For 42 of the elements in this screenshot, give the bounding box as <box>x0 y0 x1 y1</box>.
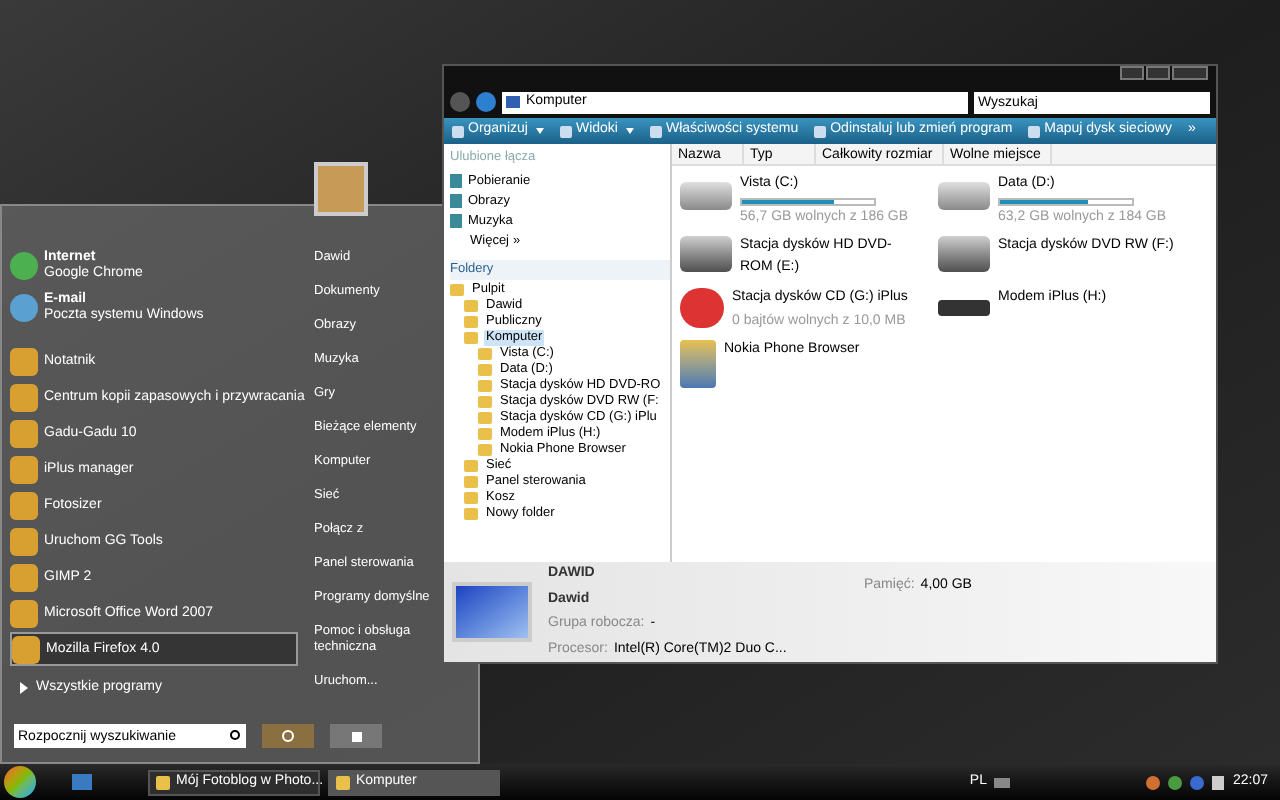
toolbar-icon <box>559 125 572 137</box>
optical-drive-icon <box>680 236 732 272</box>
modem-icon <box>938 300 990 316</box>
dropdown-icon <box>625 128 634 134</box>
program-icon <box>10 252 38 280</box>
app-icon <box>336 775 350 789</box>
power-button[interactable] <box>262 724 314 748</box>
computer-icon <box>506 96 520 108</box>
program-icon <box>10 347 38 375</box>
start-button[interactable] <box>4 766 36 798</box>
program-icon <box>10 563 38 591</box>
optical-drive-icon <box>938 236 990 272</box>
program-icon <box>12 635 40 663</box>
back-button[interactable] <box>450 92 470 112</box>
toolbar-icon <box>1028 125 1041 137</box>
program-icon <box>10 527 38 555</box>
keyboard-icon[interactable] <box>994 777 1011 787</box>
minimize-button[interactable] <box>1120 66 1144 80</box>
maximize-button[interactable] <box>1146 66 1170 80</box>
close-button[interactable] <box>1172 66 1208 80</box>
program-icon <box>10 419 38 447</box>
program-icon <box>10 599 38 627</box>
hard-drive-icon <box>680 182 732 210</box>
forward-button[interactable] <box>476 92 496 112</box>
toolbar-icon <box>649 125 662 137</box>
search-icon <box>230 730 240 740</box>
toolbar-icon <box>452 125 464 137</box>
app-icon <box>156 775 170 789</box>
arrow-icon <box>20 682 28 694</box>
power-icon <box>282 730 294 742</box>
program-icon <box>10 491 38 519</box>
volume-icon[interactable] <box>1212 775 1225 789</box>
program-icon <box>10 455 38 483</box>
program-icon <box>10 383 38 411</box>
computer-icon <box>452 582 532 642</box>
user-avatar <box>314 162 368 216</box>
hard-drive-icon <box>938 182 990 210</box>
program-icon <box>10 294 38 322</box>
toolbar-icon <box>814 125 827 137</box>
dropdown-icon <box>535 128 544 134</box>
lock-icon <box>351 731 361 741</box>
lock-button[interactable] <box>330 724 382 748</box>
